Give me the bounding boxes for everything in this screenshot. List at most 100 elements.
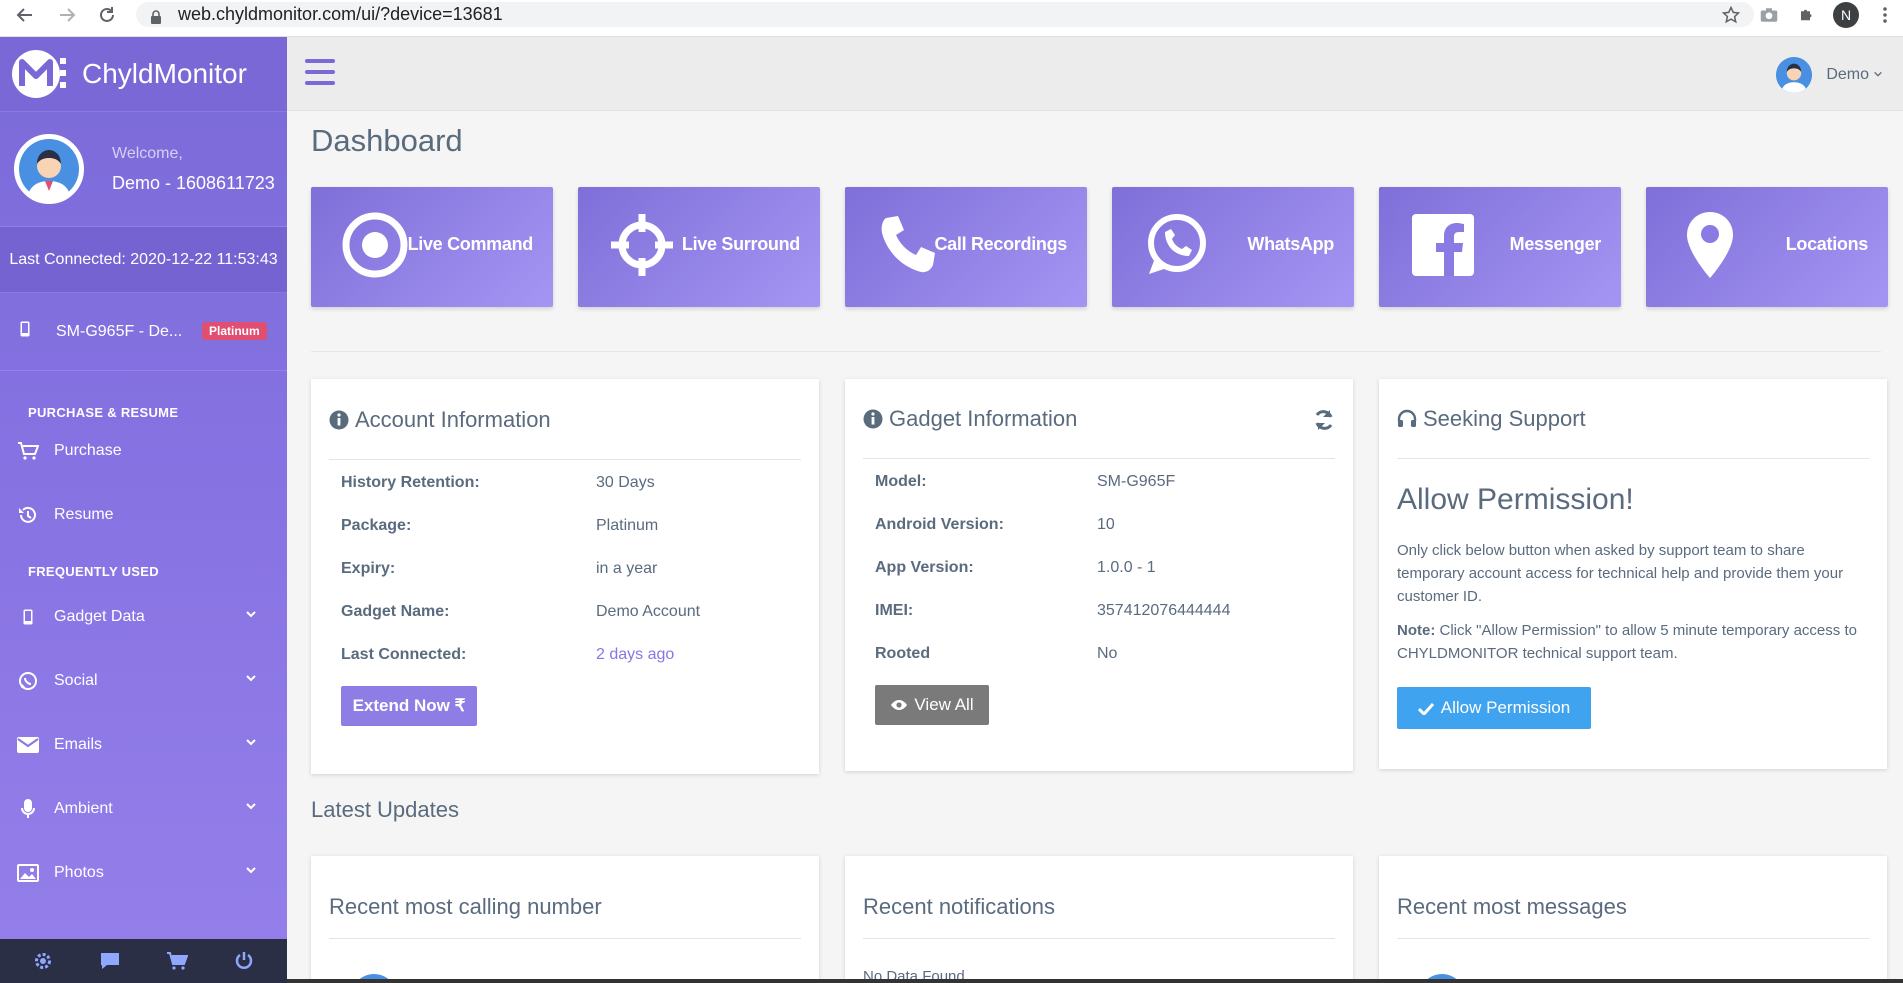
- tile-label: Locations: [1785, 234, 1869, 254]
- sidebar-item-label: Emails: [54, 736, 103, 753]
- tile-live-surround[interactable]: Live Surround: [578, 187, 820, 307]
- hamburger-menu-icon[interactable]: [305, 59, 335, 85]
- allow-permission-heading: Allow Permission!: [1397, 483, 1634, 516]
- whatsapp-icon: [16, 670, 40, 692]
- card-title: Recent notifications: [863, 894, 1055, 919]
- page-title: Dashboard: [311, 123, 463, 158]
- envelope-icon: [16, 734, 40, 756]
- user-avatar[interactable]: [14, 134, 84, 204]
- horizontal-scrollbar[interactable]: [287, 979, 1903, 983]
- support-note: Note: Click "Allow Permission" to allow …: [1397, 619, 1857, 665]
- mobile-phone-icon: [20, 321, 30, 342]
- avatar: [1776, 57, 1813, 93]
- tile-label: WhatsApp: [1247, 234, 1334, 254]
- brand-name: ChyldMonitor: [82, 58, 247, 89]
- chevron-down-icon: [245, 863, 257, 875]
- device-selector[interactable]: SM-G965F - De... Platinum: [0, 293, 287, 371]
- info-circle-icon: [329, 410, 349, 430]
- forward-arrow-icon[interactable]: [52, 0, 82, 30]
- info-key: Rooted: [875, 645, 931, 662]
- chevron-down-icon: [245, 607, 257, 619]
- view-all-button[interactable]: View All: [875, 685, 989, 725]
- last-connected-text: Last Connected: 2020-12-22 11:53:43: [0, 227, 287, 293]
- reload-icon[interactable]: [92, 0, 122, 30]
- section-heading-frequent: FREQUENTLY USED: [28, 564, 159, 579]
- chat-bubble-icon[interactable]: [96, 947, 124, 975]
- sidebar-footer: [0, 939, 287, 983]
- support-description: Only click below button when asked by su…: [1397, 542, 1844, 605]
- info-value: Demo Account: [596, 603, 701, 620]
- phone-icon: [16, 606, 40, 628]
- extend-now-button[interactable]: Extend Now ₹: [341, 686, 477, 726]
- recent-notifications-card: Recent notifications No Data Found.: [845, 856, 1353, 983]
- tile-live-command[interactable]: Live Command: [311, 187, 553, 307]
- info-key: History Retention:: [341, 474, 480, 491]
- address-bar[interactable]: web.chyldmonitor.com/ui/?device=13681: [136, 2, 1754, 27]
- sidebar-item-purchase[interactable]: Purchase: [0, 426, 287, 476]
- tile-locations[interactable]: Locations: [1646, 187, 1888, 307]
- sidebar-item-ambient[interactable]: Ambient: [0, 777, 287, 841]
- divider: [1397, 458, 1869, 459]
- info-value: 357412076444444: [1097, 602, 1231, 619]
- divider: [863, 938, 1335, 939]
- chevron-down-icon: [245, 799, 257, 811]
- plan-badge: Platinum: [202, 322, 267, 340]
- gear-icon[interactable]: [29, 947, 57, 975]
- whatsapp-icon: [1140, 209, 1212, 281]
- lock-icon: [150, 8, 164, 24]
- divider: [329, 459, 801, 460]
- sidebar: ChyldMonitor Welcome, Demo - 1608611723 …: [0, 37, 287, 983]
- history-icon: [16, 504, 40, 526]
- brand-header[interactable]: ChyldMonitor: [0, 37, 287, 112]
- info-circle-icon: [863, 409, 883, 429]
- facebook-icon: [1407, 209, 1479, 281]
- info-key: Last Connected:: [341, 646, 467, 663]
- latest-updates-heading: Latest Updates: [311, 797, 459, 822]
- user-profile-block: Welcome, Demo - 1608611723: [0, 112, 287, 227]
- recent-messages-card: Recent most messages: [1379, 856, 1887, 983]
- info-key: App Version:: [875, 559, 974, 576]
- allow-permission-label: Allow Permission: [1440, 698, 1571, 717]
- card-title: Seeking Support: [1423, 406, 1586, 431]
- sidebar-item-label: Photos: [54, 864, 104, 881]
- allow-permission-button[interactable]: Allow Permission: [1397, 687, 1591, 729]
- sidebar-item-gadget-data[interactable]: Gadget Data: [0, 585, 287, 649]
- extensions-puzzle-icon[interactable]: [1795, 3, 1819, 27]
- shopping-cart-icon[interactable]: [163, 947, 191, 975]
- check-icon: [1417, 702, 1434, 715]
- top-navbar: Demo: [287, 37, 1903, 111]
- sidebar-item-emails[interactable]: Emails: [0, 713, 287, 777]
- divider: [863, 458, 1335, 459]
- card-title: Recent most messages: [1397, 894, 1627, 919]
- sidebar-item-photos[interactable]: Photos: [0, 841, 287, 905]
- main-content: Dashboard Live Command Live Surround Cal…: [287, 111, 1903, 983]
- browser-menu-icon[interactable]: [1873, 3, 1897, 27]
- sidebar-item-resume[interactable]: Resume: [0, 476, 287, 554]
- info-value: 10: [1097, 516, 1115, 533]
- chyldmonitor-logo-icon: [10, 48, 72, 100]
- tile-label: Live Surround: [681, 234, 800, 254]
- crosshair-icon: [606, 209, 678, 281]
- camera-icon[interactable]: [1757, 3, 1781, 27]
- note-label: Note:: [1397, 622, 1436, 639]
- user-menu[interactable]: Demo: [1776, 57, 1883, 93]
- card-title: Account Information: [355, 407, 551, 432]
- image-icon: [16, 862, 40, 884]
- chevron-down-icon: [245, 735, 257, 747]
- info-key: Model:: [875, 473, 927, 490]
- map-pin-icon: [1674, 209, 1746, 281]
- browser-profile-avatar[interactable]: N: [1833, 2, 1859, 28]
- back-arrow-icon[interactable]: [10, 0, 40, 30]
- tile-call-recordings[interactable]: Call Recordings: [845, 187, 1087, 307]
- card-title: Recent most calling number: [329, 894, 602, 919]
- power-icon[interactable]: [230, 947, 258, 975]
- refresh-icon[interactable]: [1313, 409, 1335, 436]
- sidebar-item-social[interactable]: Social: [0, 649, 287, 713]
- divider: [311, 351, 1881, 352]
- tile-whatsapp[interactable]: WhatsApp: [1112, 187, 1354, 307]
- tile-messenger[interactable]: Messenger: [1379, 187, 1621, 307]
- view-all-label: View All: [914, 695, 974, 714]
- info-value: in a year: [596, 560, 658, 577]
- divider: [1397, 938, 1869, 939]
- bookmark-star-icon[interactable]: [1719, 3, 1743, 27]
